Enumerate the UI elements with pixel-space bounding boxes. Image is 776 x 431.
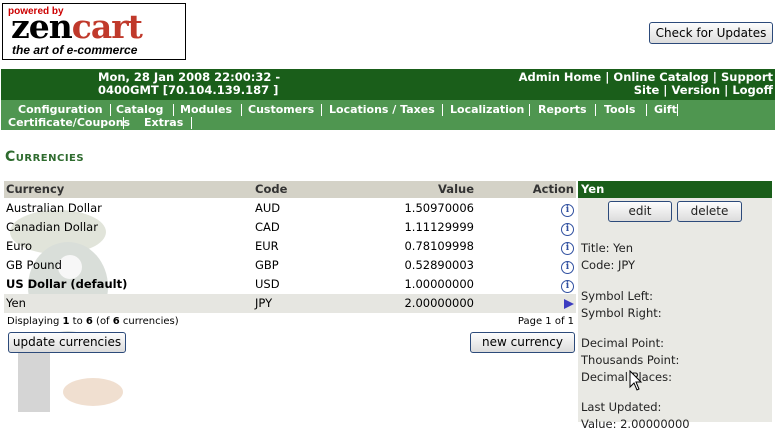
cell-code: USD (255, 277, 280, 291)
info-icon[interactable]: i (561, 220, 574, 236)
table-row[interactable]: Australian Dollar AUD 1.50970006 i (4, 199, 576, 218)
header-currency: Currency (6, 182, 65, 196)
display-to-word: to (69, 316, 86, 327)
page-title: Currencies (5, 149, 85, 165)
arrow-right-icon (564, 296, 574, 312)
mouse-cursor-icon (629, 370, 643, 391)
table-row-selected[interactable]: Yen JPY 2.00000000 (4, 294, 576, 313)
detail-thousands-point: Thousands Point: (581, 353, 680, 367)
cell-value: 2.00000000 (404, 296, 474, 310)
header-links[interactable]: Admin Home | Online Catalog | Support Si… (519, 71, 773, 97)
menu-gift-certificate-coupons[interactable]: Certificate/Coupons (8, 116, 130, 129)
detail-symbol-right: Symbol Right: (581, 306, 662, 320)
new-currency-button[interactable]: new currency (470, 332, 575, 353)
cell-value: 1.50970006 (404, 201, 474, 215)
menu-configuration[interactable]: Configuration (18, 103, 103, 116)
menu-divider (442, 104, 443, 116)
menu-modules[interactable]: Modules (180, 103, 232, 116)
cell-currency: Australian Dollar (6, 201, 102, 215)
menu-tools[interactable]: Tools (604, 103, 635, 116)
cell-value: 0.78109998 (404, 239, 474, 253)
display-of-word: (of (92, 316, 113, 327)
cell-currency: GB Pound (6, 258, 62, 272)
cell-code: AUD (255, 201, 281, 215)
edit-button[interactable]: edit (608, 201, 672, 222)
menu-divider (646, 104, 647, 116)
logo-cart: cart (71, 7, 143, 46)
cell-code: EUR (255, 239, 279, 253)
menu-divider (123, 117, 124, 129)
check-updates-button[interactable]: Check for Updates (649, 22, 773, 44)
header-value: Value (438, 182, 474, 196)
header-action: Action (532, 182, 574, 196)
currency-detail-panel: Yen edit delete Title: Yen Code: JPY Sym… (578, 181, 772, 431)
header-links-line2[interactable]: Site | Version | Logoff (519, 84, 773, 97)
table-row[interactable]: US Dollar (default) USD 1.00000000 i (4, 275, 576, 294)
display-prefix: Displaying (7, 316, 63, 327)
table-header-row: Currency Code Value Action (4, 181, 576, 198)
menu-divider (595, 104, 596, 116)
menu-locations-taxes[interactable]: Locations / Taxes (329, 103, 435, 116)
update-currencies-button[interactable]: update currencies (8, 332, 126, 353)
logo-zen: zen (11, 7, 73, 46)
info-icon[interactable]: i (561, 239, 574, 255)
menu-divider (191, 117, 192, 129)
menu-divider (173, 104, 174, 116)
cell-code: JPY (255, 296, 273, 310)
logo-tagline: the art of e-commerce (12, 43, 138, 57)
detail-symbol-left: Symbol Left: (581, 289, 654, 303)
main-menu: Configuration Catalog Modules Customers … (1, 100, 775, 130)
admin-header-bar: Mon, 28 Jan 2008 22:00:32 - 0400GMT [70.… (1, 69, 775, 100)
display-suffix: currencies) (119, 316, 179, 327)
menu-divider (321, 104, 322, 116)
menu-reports[interactable]: Reports (538, 103, 587, 116)
menu-divider (677, 104, 678, 116)
menu-catalog[interactable]: Catalog (116, 103, 163, 116)
table-row[interactable]: Euro EUR 0.78109998 i (4, 237, 576, 256)
menu-divider (241, 104, 242, 116)
info-icon[interactable]: i (561, 258, 574, 274)
cell-value: 1.00000000 (404, 277, 474, 291)
menu-localization[interactable]: Localization (450, 103, 524, 116)
info-icon[interactable]: i (561, 201, 574, 217)
display-to: 6 (85, 316, 93, 327)
menu-divider (110, 104, 111, 116)
logo-wordmark: zencart (11, 7, 143, 46)
cell-currency: Canadian Dollar (6, 220, 98, 234)
menu-gift-certificate[interactable]: Gift (654, 103, 677, 116)
zencart-logo: powered by zencart the art of e-commerce (2, 3, 186, 60)
detail-title: Title: Yen (581, 241, 634, 255)
table-row[interactable]: Canadian Dollar CAD 1.11129999 i (4, 218, 576, 237)
menu-extras[interactable]: Extras (144, 116, 183, 129)
cell-currency: Yen (6, 296, 26, 310)
table-footer: Displaying 1 to 6 (of 6 currencies) Page… (4, 313, 576, 331)
detail-last-updated: Last Updated: (581, 400, 662, 414)
page-info: Page 1 of 1 (517, 316, 574, 327)
cell-value: 1.11129999 (404, 220, 474, 234)
cell-code: CAD (255, 220, 280, 234)
display-total: 6 (112, 316, 120, 327)
table-row[interactable]: GB Pound GBP 0.52890003 i (4, 256, 576, 275)
header-code: Code (255, 182, 288, 196)
display-count: Displaying 1 to 6 (of 6 currencies) (7, 316, 179, 327)
cell-currency: Euro (6, 239, 33, 253)
detail-decimal-point: Decimal Point: (581, 336, 664, 350)
detail-code: Code: JPY (581, 258, 636, 272)
menu-customers[interactable]: Customers (248, 103, 314, 116)
datetime-line2: 0400GMT [70.104.139.187 ] (98, 83, 279, 97)
server-datetime: Mon, 28 Jan 2008 22:00:32 - 0400GMT [70.… (98, 71, 280, 97)
menu-divider (529, 104, 530, 116)
detail-decimal-places: Decimal Places: (581, 370, 672, 384)
info-icon[interactable]: i (561, 277, 574, 293)
panel-title: Yen (578, 181, 772, 198)
cell-value: 0.52890003 (404, 258, 474, 272)
cell-code: GBP (255, 258, 279, 272)
detail-value: Value: 2.00000000 (581, 417, 690, 431)
delete-button[interactable]: delete (677, 201, 742, 222)
cell-currency: US Dollar (default) (6, 277, 128, 291)
